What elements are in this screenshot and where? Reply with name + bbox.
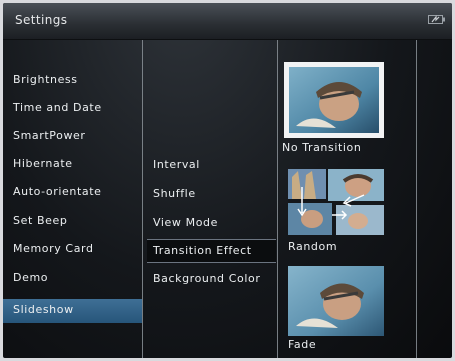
option-label-fade[interactable]: Fade [288,338,316,351]
column-divider [142,40,143,358]
menu-item-set-beep[interactable]: Set Beep [13,214,67,227]
submenu-item-view-mode[interactable]: View Mode [153,216,218,229]
submenu-item-interval[interactable]: Interval [153,158,200,171]
menu-item-memory-card[interactable]: Memory Card [13,242,94,255]
column-divider [416,40,417,358]
option-label-no-transition[interactable]: No Transition [282,141,361,154]
menu-item-smartpower[interactable]: SmartPower [13,129,86,142]
page-title: Settings [15,13,68,27]
photo-frame-screen: Settings Brightness Time and Date SmartP… [3,3,452,358]
menu-item-slideshow[interactable]: Slideshow [13,303,74,316]
menu-item-time-and-date[interactable]: Time and Date [13,101,102,114]
submenu-item-transition-effect[interactable]: Transition Effect [153,244,252,257]
submenu-item-shuffle[interactable]: Shuffle [153,187,196,200]
menu-item-demo[interactable]: Demo [13,271,48,284]
column-divider [277,40,278,358]
menu-item-brightness[interactable]: Brightness [13,73,78,86]
title-bar: Settings [3,3,452,40]
fade-thumbnail[interactable] [288,266,384,336]
submenu-item-background-color[interactable]: Background Color [153,272,260,285]
menu-item-hibernate[interactable]: Hibernate [13,157,73,170]
no-transition-thumbnail[interactable] [284,62,384,138]
random-thumbnail[interactable] [288,169,384,235]
option-label-random[interactable]: Random [288,240,337,253]
battery-icon [428,15,445,24]
menu-item-auto-orientate[interactable]: Auto-orientate [13,185,102,198]
